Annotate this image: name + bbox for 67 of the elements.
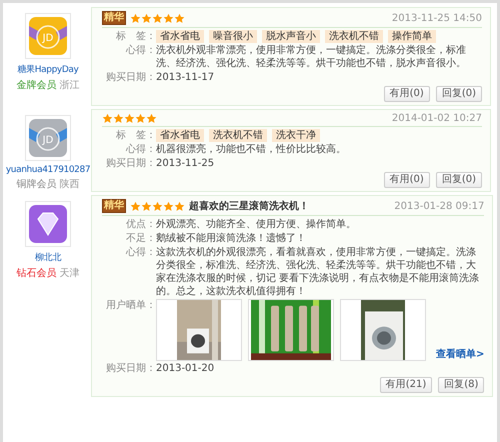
review-text: 外观漂亮、功能齐全、使用方便、操作简单。 — [156, 218, 356, 231]
review-tag: 洗衣机不错 — [209, 129, 267, 142]
star-icon — [124, 113, 135, 124]
field-label: 购买日期： — [105, 71, 156, 84]
user-region: 浙江 — [60, 80, 80, 91]
review-title: 超喜欢的三星滚筒洗衣机！ — [189, 199, 309, 213]
field-label: 优点： — [125, 218, 156, 231]
field-label: 标 签： — [115, 129, 156, 142]
review-text: 这款洗衣机的外观很漂亮，看着就喜欢，使用非常方便，一键搞定。洗涤分类很全，标准洗、经济洗、强化洗、轻柔洗等等。烘干功能也不错，大家在洗涤衣服的时候，切记 要看下洗涤说明，有点衣物是不能用滚筒洗涤的。总之，这款洗衣机值得拥有！ — [156, 246, 480, 298]
member-level: 铜牌会员 — [16, 179, 56, 190]
star-icon — [174, 12, 185, 24]
review-text: 机器很漂亮，功能也不错，性价比比较高。 — [156, 143, 346, 156]
user-name[interactable]: yuanhua417910287 — [6, 165, 90, 175]
review-tag: 省水省电 — [156, 129, 204, 142]
star-icon — [163, 12, 174, 24]
star-icon — [174, 200, 185, 212]
star-icon — [146, 113, 157, 124]
reply-button[interactable]: 回复(8) — [438, 377, 484, 393]
star-icon — [141, 200, 152, 212]
user-region: 天津 — [60, 268, 80, 279]
star-icon — [102, 113, 113, 124]
review-tag: 脱水声音小 — [262, 30, 320, 43]
helpful-button[interactable]: 有用(0) — [384, 172, 430, 188]
review-time: 2013-11-25 14:50 — [392, 12, 482, 24]
review-text: 洗衣机外观非常漂亮，使用非常方便，一键搞定。洗涤分类很全，标准洗、经济洗、强化洗、轻柔洗等等。烘干功能也不错，脱水声音很小。 — [156, 44, 467, 70]
user-region: 陕西 — [60, 179, 80, 190]
member-level: 金牌会员 — [16, 80, 56, 91]
review-tag: 省水省电 — [156, 30, 204, 43]
star-icon — [130, 200, 141, 212]
star-icon — [135, 113, 146, 124]
star-icon — [141, 12, 152, 24]
review-tag: 洗衣机不错 — [325, 30, 383, 43]
field-label: 标 签： — [115, 30, 156, 43]
purchase-date: 2013-01-20 — [156, 362, 214, 375]
star-icon — [152, 200, 163, 212]
field-label: 用户晒单： — [105, 299, 156, 312]
field-label: 心得： — [124, 143, 156, 156]
field-label: 不足： — [125, 232, 156, 245]
helpful-button[interactable]: 有用(0) — [384, 86, 430, 102]
review-tag: 操作简单 — [388, 30, 436, 43]
star-icon — [152, 12, 163, 24]
reply-button[interactable]: 回复(0) — [436, 86, 482, 102]
avatar-icon: JD — [25, 115, 71, 161]
helpful-button[interactable]: 有用(21) — [380, 377, 432, 393]
avatar-icon — [25, 201, 71, 247]
featured-badge: 精华 — [102, 11, 126, 25]
review-time: 2013-01-28 09:17 — [394, 200, 484, 212]
star-icon — [163, 200, 174, 212]
star-icon — [130, 12, 141, 24]
star-icon — [113, 113, 124, 124]
field-label: 购买日期： — [105, 157, 156, 170]
purchase-date: 2013-11-17 — [156, 71, 214, 84]
featured-badge: 精华 — [102, 199, 126, 213]
member-level: 钻石会员 — [16, 268, 56, 279]
user-name[interactable]: 柳北北 — [35, 251, 61, 264]
review-time: 2014-01-02 10:27 — [392, 113, 482, 124]
review-tag: 噪音很小 — [209, 30, 257, 43]
avatar-icon: JD — [25, 13, 71, 59]
field-label: 心得： — [124, 246, 156, 259]
review-text: 鹅绒被不能用滚筒洗涤！遗憾了！ — [156, 232, 306, 245]
view-photos-link[interactable]: 查看晒单> — [436, 347, 484, 361]
field-label: 心得： — [124, 44, 156, 57]
purchase-date: 2013-11-25 — [156, 157, 214, 170]
review-tag: 洗衣干净 — [272, 129, 320, 142]
user-name[interactable]: 糖果HappyDay — [18, 63, 78, 76]
field-label: 购买日期： — [105, 362, 156, 375]
reply-button[interactable]: 回复(0) — [436, 172, 482, 188]
